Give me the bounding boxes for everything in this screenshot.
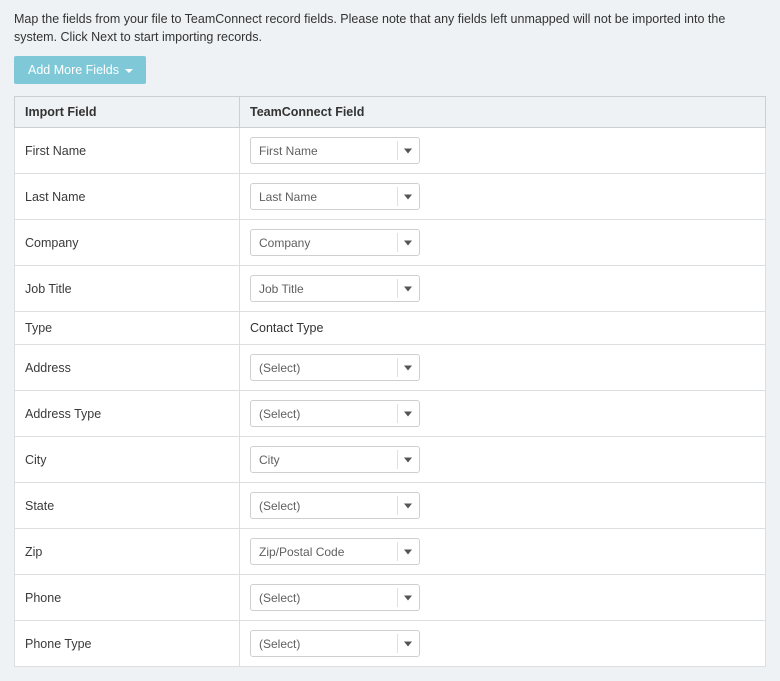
header-import-field: Import Field [15, 97, 240, 128]
teamconnect-field-select-wrap: (Select) [250, 630, 420, 657]
table-row: Address Type (Select) [15, 391, 766, 437]
import-field-label: State [15, 483, 240, 529]
table-row: Job Title Job Title [15, 266, 766, 312]
teamconnect-field-cell: Last Name [240, 174, 766, 220]
teamconnect-field-select-wrap: (Select) [250, 400, 420, 427]
teamconnect-field-cell: Company [240, 220, 766, 266]
teamconnect-field-select-wrap: First Name [250, 137, 420, 164]
teamconnect-field-cell: (Select) [240, 483, 766, 529]
table-row: First Name First Name [15, 128, 766, 174]
teamconnect-field-select-wrap: City [250, 446, 420, 473]
import-field-label: Company [15, 220, 240, 266]
table-row: State (Select) [15, 483, 766, 529]
table-row: Address (Select) [15, 345, 766, 391]
teamconnect-field-static: Contact Type [250, 321, 323, 335]
table-row: Last Name Last Name [15, 174, 766, 220]
table-row: Type Contact Type [15, 312, 766, 345]
teamconnect-field-cell: (Select) [240, 345, 766, 391]
table-row: Phone Type (Select) [15, 621, 766, 667]
field-mapping-table: Import Field TeamConnect Field First Nam… [14, 96, 766, 667]
teamconnect-field-select[interactable]: Last Name [250, 183, 420, 210]
import-field-label: Zip [15, 529, 240, 575]
add-more-fields-label: Add More Fields [28, 63, 119, 77]
import-field-label: Last Name [15, 174, 240, 220]
teamconnect-field-cell: Job Title [240, 266, 766, 312]
teamconnect-field-select[interactable]: Company [250, 229, 420, 256]
add-more-fields-button[interactable]: Add More Fields [14, 56, 146, 84]
teamconnect-field-cell: (Select) [240, 391, 766, 437]
import-field-label: Address [15, 345, 240, 391]
caret-down-icon [125, 69, 133, 73]
teamconnect-field-cell: (Select) [240, 575, 766, 621]
table-row: City City [15, 437, 766, 483]
teamconnect-field-cell: (Select) [240, 621, 766, 667]
teamconnect-field-select-wrap: (Select) [250, 584, 420, 611]
teamconnect-field-select[interactable]: (Select) [250, 584, 420, 611]
import-field-label: Address Type [15, 391, 240, 437]
teamconnect-field-select-wrap: (Select) [250, 354, 420, 381]
teamconnect-field-select[interactable]: (Select) [250, 354, 420, 381]
import-field-label: Type [15, 312, 240, 345]
header-teamconnect-field: TeamConnect Field [240, 97, 766, 128]
teamconnect-field-select-wrap: Last Name [250, 183, 420, 210]
teamconnect-field-cell: City [240, 437, 766, 483]
table-row: Zip Zip/Postal Code [15, 529, 766, 575]
teamconnect-field-select-wrap: Zip/Postal Code [250, 538, 420, 565]
teamconnect-field-select[interactable]: (Select) [250, 492, 420, 519]
import-field-label: First Name [15, 128, 240, 174]
teamconnect-field-select[interactable]: Zip/Postal Code [250, 538, 420, 565]
import-field-label: Phone Type [15, 621, 240, 667]
teamconnect-field-select[interactable]: First Name [250, 137, 420, 164]
teamconnect-field-select[interactable]: (Select) [250, 630, 420, 657]
table-row: Company Company [15, 220, 766, 266]
teamconnect-field-select-wrap: Company [250, 229, 420, 256]
table-row: Phone (Select) [15, 575, 766, 621]
teamconnect-field-select[interactable]: City [250, 446, 420, 473]
teamconnect-field-select-wrap: Job Title [250, 275, 420, 302]
import-field-label: Phone [15, 575, 240, 621]
teamconnect-field-select-wrap: (Select) [250, 492, 420, 519]
import-field-label: City [15, 437, 240, 483]
teamconnect-field-select[interactable]: (Select) [250, 400, 420, 427]
import-field-label: Job Title [15, 266, 240, 312]
teamconnect-field-cell: Zip/Postal Code [240, 529, 766, 575]
teamconnect-field-cell: First Name [240, 128, 766, 174]
teamconnect-field-cell: Contact Type [240, 312, 766, 345]
instructions-text: Map the fields from your file to TeamCon… [14, 10, 766, 46]
teamconnect-field-select[interactable]: Job Title [250, 275, 420, 302]
